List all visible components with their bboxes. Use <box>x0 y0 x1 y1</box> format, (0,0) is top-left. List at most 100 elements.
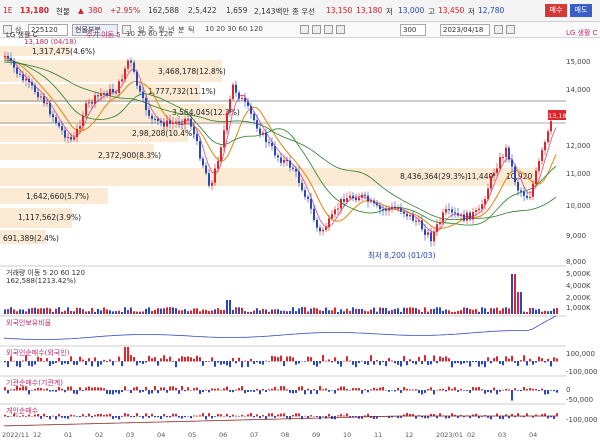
candle-body <box>493 172 495 177</box>
candle-body <box>76 128 78 138</box>
sell-button[interactable]: 매도 <box>570 4 592 17</box>
net-buy-bar <box>127 347 129 362</box>
calendar-icon[interactable] <box>494 25 503 34</box>
candle-body <box>538 160 540 171</box>
x-axis-label: 01 <box>64 431 73 439</box>
net-buy-bar <box>490 361 492 364</box>
candle-body <box>415 220 417 222</box>
candle-body <box>406 213 408 217</box>
period-tick[interactable]: 틱 <box>188 25 194 35</box>
candle-body <box>277 155 279 158</box>
net-buy-bar <box>355 361 357 368</box>
right-axis-badge: LG 생활 C <box>566 29 598 37</box>
net-buy-bar <box>538 356 540 362</box>
individual-net-axis: -100,000 <box>566 416 598 424</box>
volume-bar <box>136 311 138 314</box>
volume-bar <box>247 311 249 314</box>
volume-bar <box>334 307 336 314</box>
net-buy-bar <box>307 388 309 391</box>
net-buy-bar <box>523 355 525 362</box>
net-buy-bar <box>511 355 513 362</box>
net-buy-bar <box>295 390 297 393</box>
volume-bar <box>154 309 156 314</box>
price-chart-svg[interactable] <box>0 38 566 433</box>
x-axis-label: 03 <box>126 431 135 439</box>
candle-body <box>385 209 387 211</box>
net-buy-bar <box>157 361 159 366</box>
net-buy-bar <box>190 416 192 419</box>
chart-refresh-icon[interactable] <box>312 25 321 34</box>
period-minute[interactable]: 분 <box>178 25 184 35</box>
net-buy-bar <box>112 416 114 420</box>
candle-body <box>73 137 75 140</box>
volume-bar <box>547 311 549 314</box>
net-buy-bar <box>265 390 267 393</box>
x-axis-label: 02 <box>95 431 104 439</box>
high-price: 13,180 <box>356 6 383 15</box>
candle-body <box>85 103 87 116</box>
date-input[interactable]: 2023/04/18 <box>440 24 490 36</box>
net-buy-bar <box>31 361 33 367</box>
buy-button[interactable]: 매수 <box>545 4 567 17</box>
net-buy-bar <box>151 358 153 362</box>
net-buy-bar <box>82 414 84 417</box>
volume-bar <box>472 309 474 314</box>
net-buy-bar <box>241 361 243 368</box>
net-buy-bar <box>499 361 501 364</box>
candle-body <box>484 199 486 205</box>
net-buy-bar <box>244 360 246 362</box>
candle-body <box>370 200 372 202</box>
net-buy-bar <box>148 355 150 362</box>
net-buy-bar <box>28 390 30 395</box>
volume-bar <box>238 307 240 314</box>
volume-bar <box>442 310 444 314</box>
trade-amount: 2,143백만 <box>254 7 290 16</box>
net-buy-bar <box>115 361 117 362</box>
net-buy-bar <box>505 388 507 391</box>
volume-bar <box>256 308 258 314</box>
layout-icon[interactable] <box>506 25 515 34</box>
volume-bar <box>523 311 525 314</box>
diff-label: 고 <box>428 7 435 16</box>
interval-list[interactable]: 10 20 30 60 120 <box>205 25 263 33</box>
net-buy-bar <box>46 358 48 362</box>
candle-body <box>142 91 144 99</box>
chart-zoom-icon[interactable] <box>324 25 333 34</box>
net-buy-bar <box>31 415 33 417</box>
volume-bar <box>160 308 162 314</box>
net-buy-bar <box>34 361 36 365</box>
chart-settings-icon[interactable] <box>300 25 309 34</box>
volume-bar <box>415 308 417 314</box>
net-buy-bar <box>166 359 168 362</box>
x-axis-label: 02 <box>467 431 476 439</box>
candle-body <box>373 200 375 204</box>
net-buy-bar <box>250 390 252 392</box>
net-buy-bar <box>229 390 231 392</box>
net-buy-bar <box>208 361 210 362</box>
net-buy-bar <box>478 386 480 391</box>
net-buy-bar <box>292 414 294 417</box>
net-buy-bar <box>121 390 123 393</box>
volume-bar <box>181 310 183 314</box>
count-input[interactable]: 300 <box>400 24 426 36</box>
net-buy-bar <box>109 413 111 417</box>
candle-body <box>550 121 552 132</box>
chart-print-icon[interactable] <box>336 25 345 34</box>
volume-bar <box>121 311 123 314</box>
net-buy-bar <box>340 386 342 391</box>
candle-body <box>193 126 195 135</box>
net-buy-bar <box>274 356 276 362</box>
net-buy-bar <box>328 359 330 362</box>
volume-bar <box>211 310 213 314</box>
volume-bar <box>340 309 342 314</box>
chart-area[interactable]: 1,317,475(4.6%) 3,468,178(12.8%) 1,777,7… <box>0 29 600 441</box>
net-buy-bar <box>484 361 486 368</box>
candle-body <box>289 160 291 168</box>
net-buy-bar <box>316 416 318 417</box>
net-buy-bar <box>103 388 105 391</box>
net-buy-bar <box>280 386 282 391</box>
net-buy-bar <box>532 361 534 365</box>
low-annotation: 최저 8,200 (01/03) <box>368 251 436 260</box>
net-buy-bar <box>361 416 363 419</box>
net-buy-bar <box>238 416 240 417</box>
